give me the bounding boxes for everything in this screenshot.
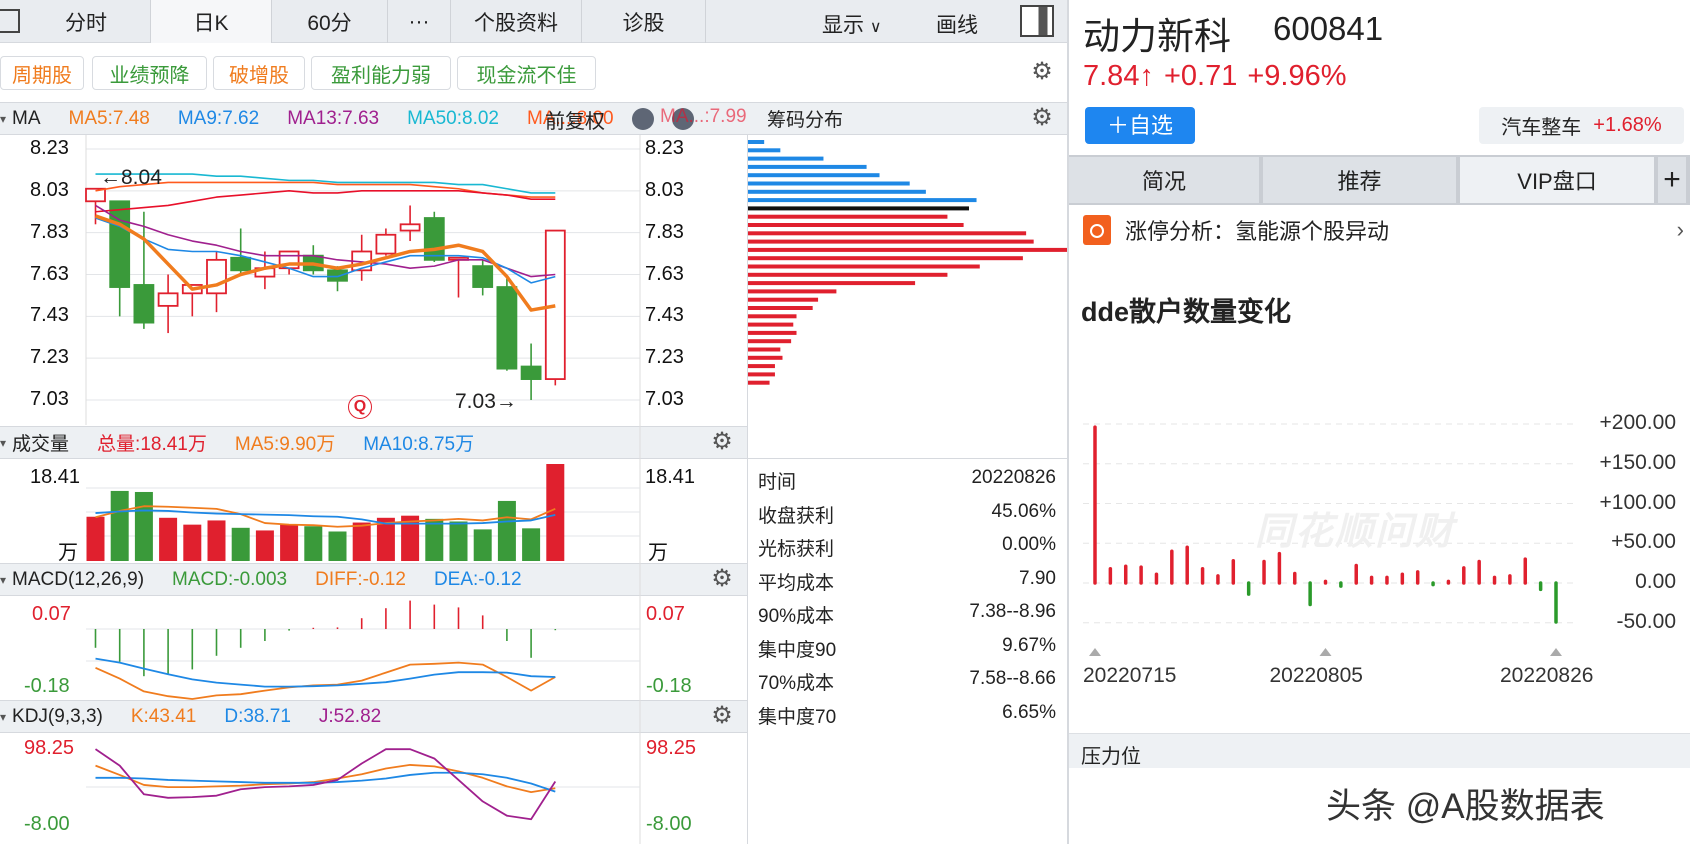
chip-bar xyxy=(748,173,880,178)
chip-bar xyxy=(748,189,926,194)
footer-watermark: 头条 @A股数据表 xyxy=(1326,787,1605,826)
chip-bar xyxy=(748,297,819,302)
limit-up-analysis-icon xyxy=(1083,215,1111,245)
price-high-annotation: ←8.04 xyxy=(100,166,162,189)
chip-bar xyxy=(748,181,910,186)
price-change-pct: +9.96% xyxy=(1247,60,1347,92)
volume-bar xyxy=(134,491,153,561)
chip-bar xyxy=(748,281,916,286)
sector-badge[interactable]: 汽车整车 +1.68% xyxy=(1479,107,1684,144)
macd-line xyxy=(95,657,556,688)
chevron-right-icon: › xyxy=(1676,217,1684,242)
chip-bar xyxy=(748,239,1034,244)
candle-body xyxy=(327,269,348,282)
candle-body xyxy=(399,223,421,232)
volume-bar xyxy=(159,517,178,561)
kdj-line xyxy=(95,764,556,793)
volume-bar xyxy=(207,520,226,561)
volume-bar xyxy=(425,518,444,561)
current-price: 7.84↑ xyxy=(1083,60,1154,92)
chip-bar xyxy=(748,339,792,344)
right-tab-1[interactable]: 推荐 xyxy=(1263,157,1458,203)
right-tab-0[interactable]: 简况 xyxy=(1069,157,1261,203)
news-row[interactable]: 涨停分析：氢能源个股异动 › xyxy=(1069,210,1690,250)
right-tab-2[interactable]: VIP盘口 xyxy=(1460,157,1656,203)
chip-bar xyxy=(748,322,794,327)
candle-body xyxy=(520,365,542,380)
date-marker-icon xyxy=(1550,648,1562,656)
chip-bar xyxy=(748,314,797,319)
chip-bar xyxy=(748,164,867,169)
news-text: 涨停分析：氢能源个股异动 xyxy=(1125,219,1390,244)
volume-bar xyxy=(110,490,129,561)
stock-name: 动力新科 xyxy=(1083,16,1231,57)
pressure-row: 压力位 xyxy=(1069,733,1690,768)
quote-row: 7.84↑ +0.71 +9.96% xyxy=(1083,60,1347,93)
candle-body xyxy=(230,256,252,272)
volume-bar xyxy=(328,531,347,561)
price-low-annotation: 7.03→ xyxy=(455,390,517,413)
add-watchlist-button[interactable]: ＋自选 xyxy=(1085,107,1195,144)
dde-title: dde散户数量变化 xyxy=(1081,297,1292,327)
volume-bar xyxy=(497,500,516,561)
volume-bar xyxy=(280,524,299,561)
date-marker-icon xyxy=(1319,648,1332,656)
sector-name: 汽车整车 xyxy=(1501,117,1582,139)
candle-body xyxy=(496,286,518,370)
candle-body xyxy=(472,265,494,288)
chip-bar xyxy=(748,223,964,227)
chip-bar xyxy=(748,289,837,294)
sector-change: +1.68% xyxy=(1593,114,1662,136)
right-tab-3[interactable]: + xyxy=(1658,157,1688,203)
chip-bar xyxy=(748,364,775,369)
macd-line xyxy=(95,661,556,700)
candle-body xyxy=(157,292,179,307)
charts-canvas[interactable] xyxy=(0,0,1690,844)
date-marker-icon xyxy=(1089,648,1101,656)
chip-bar xyxy=(748,214,948,219)
chip-bar xyxy=(748,247,1067,252)
event-marker-icon[interactable]: Q xyxy=(348,395,372,419)
chip-bar xyxy=(748,355,783,360)
candle-body xyxy=(423,217,445,261)
candle-body xyxy=(109,200,131,288)
chip-bar xyxy=(748,256,1023,261)
volume-bar xyxy=(183,524,202,561)
candle-body xyxy=(375,233,397,255)
volume-bar xyxy=(304,526,323,561)
price-change: +0.71 xyxy=(1163,60,1238,92)
chip-bar xyxy=(748,156,824,161)
volume-bar xyxy=(473,529,492,561)
stock-code: 600841 xyxy=(1273,10,1384,47)
chip-bar xyxy=(748,306,813,310)
chip-bar xyxy=(748,231,1027,236)
chip-bar xyxy=(748,198,977,203)
chip-bar xyxy=(748,148,781,153)
volume-bar xyxy=(86,516,105,561)
pressure-label: 压力位 xyxy=(1081,746,1141,768)
volume-bar xyxy=(255,530,274,561)
volume-bar xyxy=(449,521,468,561)
kdj-line xyxy=(94,748,557,821)
chip-bar xyxy=(748,272,948,277)
candle-body xyxy=(206,258,227,295)
volume-bar xyxy=(522,528,541,561)
chip-bar xyxy=(748,330,797,335)
chip-bar xyxy=(748,140,765,144)
dde-watermark: 同花顺问财 xyxy=(1255,511,1456,553)
chip-bar xyxy=(748,372,775,377)
candle-body xyxy=(133,284,155,324)
chip-bar xyxy=(748,347,781,352)
chip-bar xyxy=(748,380,770,385)
candle-body xyxy=(544,229,566,380)
volume-bar xyxy=(231,527,250,561)
volume-bar xyxy=(352,522,371,561)
chip-bar xyxy=(748,264,980,269)
ma-line xyxy=(95,190,556,213)
chip-bar xyxy=(748,206,969,211)
